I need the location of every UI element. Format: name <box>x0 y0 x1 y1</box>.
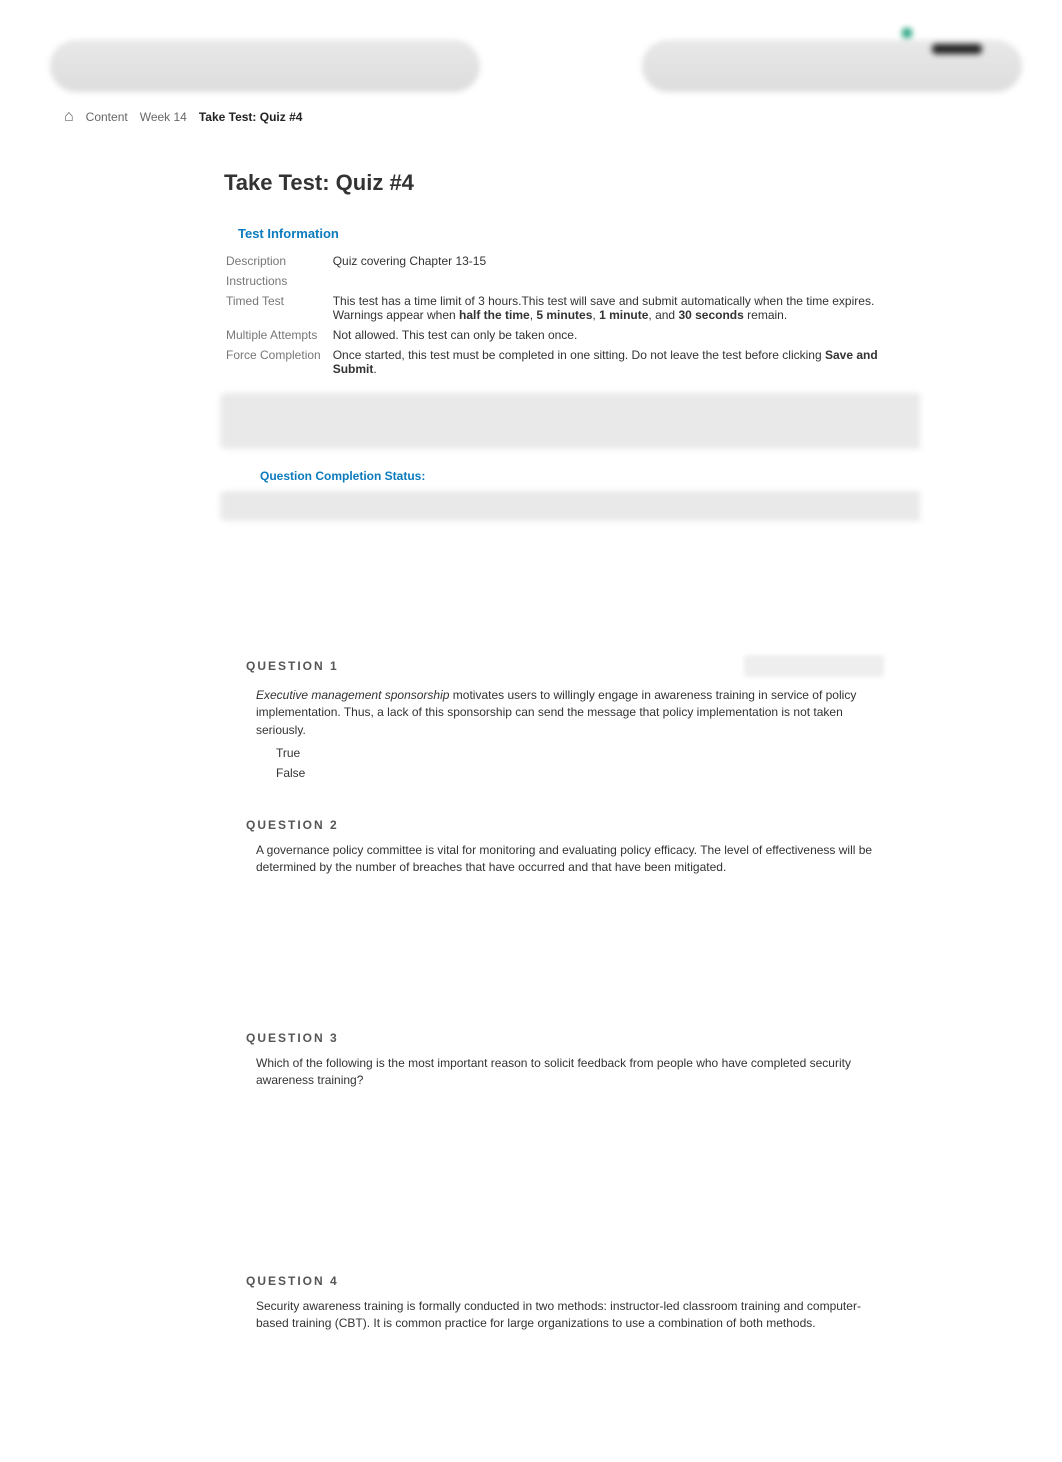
redacted-block-left <box>50 40 480 92</box>
home-icon[interactable]: ⌂ <box>64 108 74 126</box>
text: Once started, this test must be complete… <box>333 348 825 362</box>
question-text: Security awareness training is formally … <box>246 1298 884 1333</box>
test-info-table: Description Quiz covering Chapter 13-15 … <box>220 251 900 379</box>
info-value: Once started, this test must be complete… <box>327 345 900 379</box>
question-text: A governance policy committee is vital f… <box>246 842 884 877</box>
text: , and <box>648 308 678 322</box>
redacted-header <box>0 0 1062 102</box>
info-label: Timed Test <box>220 291 327 325</box>
question-block: QUESTION 2 A governance policy committee… <box>200 794 920 887</box>
question-text: Executive management sponsorship motivat… <box>246 687 884 782</box>
text-bold: 1 minute <box>599 308 648 322</box>
text: . <box>373 362 376 376</box>
text: Warnings appear when <box>333 308 459 322</box>
text: This test has a time limit of 3 hours.Th… <box>333 294 875 308</box>
question-text: Which of the following is the most impor… <box>246 1055 884 1090</box>
redacted-points <box>744 655 884 677</box>
breadcrumb-current: Take Test: Quiz #4 <box>199 110 303 124</box>
redacted-block <box>220 491 920 521</box>
text-italic: Executive management sponsorship <box>256 688 449 702</box>
question-number: QUESTION 3 <box>246 1031 339 1045</box>
text-bold: 5 minutes <box>536 308 592 322</box>
info-value: Quiz covering Chapter 13-15 <box>327 251 900 271</box>
redacted-block-right <box>642 40 1022 92</box>
info-label: Force Completion <box>220 345 327 379</box>
question-block: QUESTION 1 Executive management sponsors… <box>200 631 920 794</box>
main-content: Take Test: Quiz #4 Test Information Desc… <box>200 142 920 1462</box>
text-bold: 30 seconds <box>678 308 743 322</box>
question-number: QUESTION 2 <box>246 818 339 832</box>
answer-options: True False <box>276 745 884 782</box>
question-block: QUESTION 3 Which of the following is the… <box>200 1007 920 1100</box>
redacted-block <box>220 393 920 449</box>
breadcrumb-link[interactable]: Week 14 <box>140 110 187 124</box>
info-value: Not allowed. This test can only be taken… <box>327 325 900 345</box>
info-label: Description <box>220 251 327 271</box>
test-info-panel: Test Information Description Quiz coveri… <box>200 220 920 521</box>
text-bold: half the time <box>459 308 530 322</box>
completion-status-label: Question Completion Status: <box>220 449 900 491</box>
page-title: Take Test: Quiz #4 <box>200 142 920 220</box>
info-value <box>327 271 900 291</box>
question-block: QUESTION 4 Security awareness training i… <box>200 1250 920 1343</box>
info-label: Instructions <box>220 271 327 291</box>
info-value: This test has a time limit of 3 hours.Th… <box>327 291 900 325</box>
option-true[interactable]: True <box>276 745 884 762</box>
info-label: Multiple Attempts <box>220 325 327 345</box>
question-number: QUESTION 4 <box>246 1274 339 1288</box>
breadcrumb: ⌂ Content Week 14 Take Test: Quiz #4 <box>0 102 1062 132</box>
test-info-heading: Test Information <box>220 220 900 251</box>
option-false[interactable]: False <box>276 765 884 782</box>
question-number: QUESTION 1 <box>246 659 339 673</box>
text: remain. <box>744 308 787 322</box>
breadcrumb-link[interactable]: Content <box>86 110 128 124</box>
